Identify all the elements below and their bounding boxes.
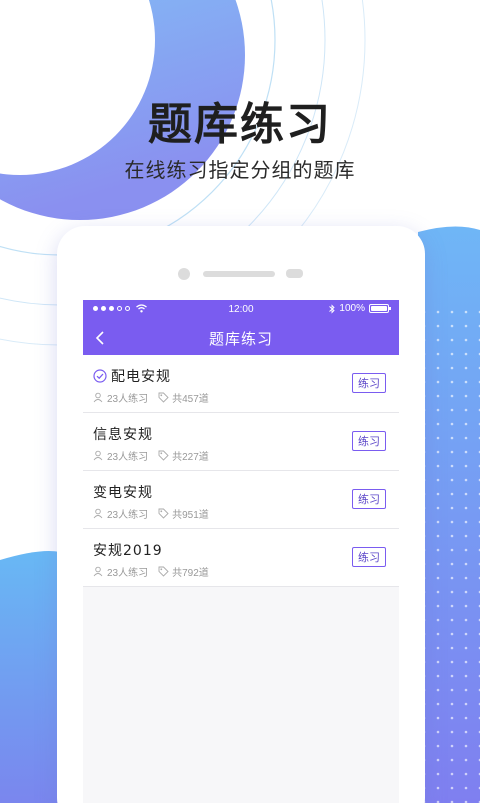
users-icon — [93, 392, 103, 403]
bank-name: 变电安规 — [93, 485, 153, 501]
participant-count: 23人练习 — [107, 568, 149, 579]
list-item[interactable]: 变电安规 23人练习 共951道 练习 — [83, 471, 399, 529]
hero-subtitle: 在线练习指定分组的题库 — [124, 158, 356, 182]
users-icon — [93, 508, 103, 519]
participant-count: 23人练习 — [107, 394, 149, 405]
status-bar: 12:00 100% — [83, 300, 399, 320]
practice-button[interactable]: 练习 — [352, 373, 386, 393]
users-icon — [93, 450, 103, 461]
bank-name: 配电安规 — [111, 369, 171, 385]
question-count: 共457道 — [172, 394, 209, 405]
battery-icon — [369, 304, 391, 313]
question-bank-list: 配电安规 23人练习 共457道 练习 信息安规 23人练习 共227道 练习 … — [83, 355, 399, 587]
list-item[interactable]: 信息安规 23人练习 共227道 练习 — [83, 413, 399, 471]
check-circle-icon — [93, 369, 107, 383]
phone-speaker — [203, 271, 275, 277]
question-count: 共792道 — [172, 568, 209, 579]
phone-sensor — [286, 269, 303, 278]
practice-button[interactable]: 练习 — [352, 431, 386, 451]
battery-percent: 100% — [339, 303, 365, 314]
app-screen: 12:00 100% 题库练习 配电安规 23人练习 共457道 练习 信息安规… — [83, 300, 399, 803]
tag-icon — [158, 450, 169, 461]
nav-bar: 题库练习 — [83, 320, 399, 355]
practice-button[interactable]: 练习 — [352, 489, 386, 509]
practice-button[interactable]: 练习 — [352, 547, 386, 567]
list-item[interactable]: 安规2019 23人练习 共792道 练习 — [83, 529, 399, 587]
hero-title: 题库练习 — [148, 99, 332, 150]
question-count: 共227道 — [172, 452, 209, 463]
tag-icon — [158, 566, 169, 577]
tag-icon — [158, 508, 169, 519]
bank-name: 信息安规 — [93, 427, 153, 443]
bluetooth-icon — [329, 303, 336, 314]
tag-icon — [158, 392, 169, 403]
question-count: 共951道 — [172, 510, 209, 521]
list-item[interactable]: 配电安规 23人练习 共457道 练习 — [83, 355, 399, 413]
nav-title: 题库练习 — [208, 330, 273, 348]
participant-count: 23人练习 — [107, 452, 149, 463]
bank-name: 安规2019 — [93, 543, 163, 559]
participant-count: 23人练习 — [107, 510, 149, 521]
users-icon — [93, 566, 103, 577]
phone-camera — [178, 268, 190, 280]
